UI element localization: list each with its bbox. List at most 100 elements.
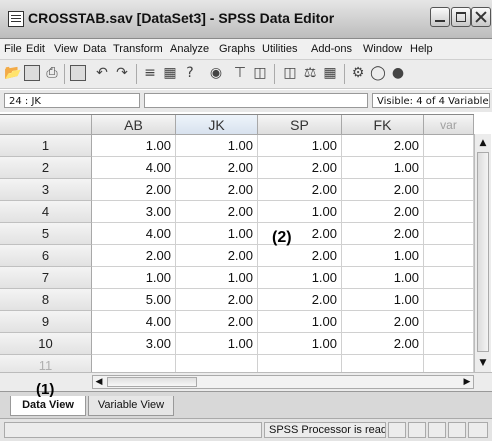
table-cell[interactable]: 4.00 (92, 157, 176, 179)
table-cell[interactable] (424, 311, 474, 333)
table-cell[interactable]: 1.00 (342, 289, 424, 311)
cell-value-input[interactable] (144, 93, 368, 108)
table-cell[interactable]: 2.00 (258, 179, 342, 201)
row-header[interactable]: 1 (0, 135, 92, 157)
table-cell[interactable]: 4.00 (92, 223, 176, 245)
scroll-left-icon[interactable]: ◀ (93, 376, 105, 388)
menu-analyze[interactable]: Analyze (170, 43, 209, 55)
value-labels-icon[interactable]: ⚙ (350, 65, 366, 81)
minimize-icon[interactable] (430, 7, 450, 27)
table-cell[interactable] (424, 289, 474, 311)
table-cell[interactable]: 2.00 (258, 223, 342, 245)
column-header-sp[interactable]: SP (258, 115, 342, 135)
table-cell[interactable]: 2.00 (342, 311, 424, 333)
vertical-scroll-thumb[interactable] (477, 152, 489, 352)
table-cell[interactable] (424, 157, 474, 179)
table-cell[interactable]: 2.00 (176, 201, 258, 223)
row-header[interactable]: 6 (0, 245, 92, 267)
table-cell[interactable]: 2.00 (342, 179, 424, 201)
maximize-icon[interactable] (451, 7, 471, 27)
table-cell[interactable]: 2.00 (258, 245, 342, 267)
table-cell[interactable]: 1.00 (176, 333, 258, 355)
variables-icon[interactable]: ? (182, 65, 198, 81)
weight-cases-icon[interactable]: ⚖ (302, 65, 318, 81)
table-cell[interactable]: 2.00 (92, 245, 176, 267)
column-header-jk[interactable]: JK (176, 115, 258, 135)
menu-view[interactable]: View (54, 43, 78, 55)
table-cell[interactable]: 2.00 (176, 311, 258, 333)
table-cell[interactable] (424, 223, 474, 245)
menu-help[interactable]: Help (410, 43, 433, 55)
row-header[interactable]: 2 (0, 157, 92, 179)
scroll-down-icon[interactable]: ▼ (477, 356, 489, 370)
table-cell[interactable]: 5.00 (92, 289, 176, 311)
insert-variable-icon[interactable]: ◫ (252, 65, 268, 81)
row-header[interactable]: 7 (0, 267, 92, 289)
table-cell[interactable]: 3.00 (92, 201, 176, 223)
table-cell[interactable]: 2.00 (342, 201, 424, 223)
tab-variable-view[interactable]: Variable View (88, 396, 174, 416)
row-header[interactable]: 4 (0, 201, 92, 223)
table-cell[interactable]: 1.00 (258, 135, 342, 157)
table-cell[interactable]: 1.00 (258, 333, 342, 355)
goto-variable-icon[interactable]: ▦ (162, 65, 178, 81)
table-cell[interactable]: 2.00 (258, 289, 342, 311)
scroll-right-icon[interactable]: ▶ (461, 376, 473, 388)
column-header-var[interactable]: var (424, 115, 474, 135)
table-cell[interactable]: 1.00 (342, 267, 424, 289)
menu-edit[interactable]: Edit (26, 43, 45, 55)
table-cell[interactable]: 1.00 (92, 267, 176, 289)
select-cases-icon[interactable]: ▦ (322, 65, 338, 81)
row-header[interactable]: 8 (0, 289, 92, 311)
menu-utilities[interactable]: Utilities (262, 43, 297, 55)
table-cell[interactable]: 1.00 (92, 135, 176, 157)
print-icon[interactable]: ⎙ (44, 65, 60, 81)
table-cell[interactable] (424, 179, 474, 201)
corner-header[interactable] (0, 115, 92, 135)
show-all-icon[interactable]: ● (390, 65, 406, 81)
menu-transform[interactable]: Transform (113, 43, 163, 55)
table-cell[interactable] (424, 135, 474, 157)
vertical-scrollbar[interactable]: ▲ ▼ (474, 134, 491, 372)
tab-data-view[interactable]: Data View (10, 396, 86, 416)
table-cell[interactable]: 2.00 (258, 157, 342, 179)
table-cell[interactable]: 2.00 (92, 179, 176, 201)
horizontal-scroll-thumb[interactable] (107, 377, 197, 387)
table-cell[interactable] (424, 201, 474, 223)
table-cell[interactable]: 1.00 (176, 267, 258, 289)
table-cell[interactable]: 1.00 (342, 245, 424, 267)
table-cell[interactable]: 2.00 (176, 245, 258, 267)
open-icon[interactable]: 📂 (4, 65, 21, 81)
scroll-up-icon[interactable]: ▲ (477, 136, 489, 150)
table-cell[interactable] (424, 267, 474, 289)
dialog-recall-icon[interactable] (70, 65, 86, 81)
table-cell[interactable]: 1.00 (258, 201, 342, 223)
column-header-ab[interactable]: AB (92, 115, 176, 135)
row-header[interactable]: 5 (0, 223, 92, 245)
column-header-fk[interactable]: FK (342, 115, 424, 135)
row-header[interactable]: 3 (0, 179, 92, 201)
horizontal-scrollbar[interactable]: ◀ ▶ (92, 375, 474, 389)
table-cell[interactable]: 3.00 (92, 333, 176, 355)
use-sets-icon[interactable]: ◯ (370, 65, 386, 81)
table-cell[interactable]: 2.00 (176, 289, 258, 311)
table-cell[interactable]: 2.00 (342, 223, 424, 245)
menu-graphs[interactable]: Graphs (219, 43, 255, 55)
menu-file[interactable]: File (4, 43, 22, 55)
close-icon[interactable] (471, 7, 491, 27)
table-cell[interactable]: 1.00 (176, 135, 258, 157)
redo-icon[interactable]: ↷ (114, 65, 130, 81)
table-cell[interactable] (424, 245, 474, 267)
menu-data[interactable]: Data (83, 43, 106, 55)
table-cell[interactable]: 1.00 (258, 267, 342, 289)
table-cell[interactable]: 1.00 (342, 157, 424, 179)
row-header[interactable]: 9 (0, 311, 92, 333)
undo-icon[interactable]: ↶ (94, 65, 110, 81)
table-cell[interactable]: 1.00 (258, 311, 342, 333)
find-icon[interactable]: ◉ (208, 65, 224, 81)
table-cell[interactable]: 1.00 (176, 223, 258, 245)
table-cell[interactable]: 4.00 (92, 311, 176, 333)
menu-addons[interactable]: Add-ons (311, 43, 352, 55)
table-cell[interactable]: 2.00 (342, 333, 424, 355)
row-header[interactable]: 10 (0, 333, 92, 355)
